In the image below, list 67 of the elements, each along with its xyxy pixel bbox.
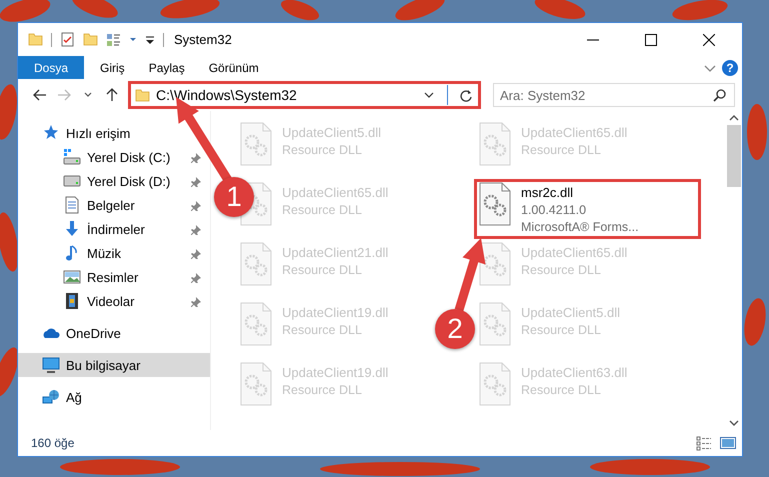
ribbon-tab[interactable]: Dosya <box>18 56 84 79</box>
scroll-down-icon[interactable] <box>729 419 739 427</box>
ribbon-tab[interactable]: Görünüm <box>196 56 271 79</box>
film-icon <box>63 292 81 310</box>
back-arrow-icon[interactable] <box>33 89 47 101</box>
maximize-icon[interactable] <box>645 34 657 46</box>
file-name[interactable]: msr2c.dll <box>521 184 639 202</box>
file-detail: Resource DLL <box>282 322 363 339</box>
address-bar[interactable]: C:\Windows\System32 <box>128 81 481 109</box>
gear-file-icon <box>479 302 511 346</box>
caret-icon[interactable] <box>145 34 155 44</box>
monitor-icon <box>42 356 60 374</box>
sidebar-item[interactable]: Müzik <box>18 241 210 265</box>
folder-icon <box>135 88 150 102</box>
gear-file-icon <box>240 122 272 166</box>
sidebar-item[interactable]: Ağ <box>18 385 210 409</box>
large-icons-view-icon[interactable] <box>720 436 736 450</box>
sidebar-item[interactable]: Belgeler <box>18 193 210 217</box>
sidebar-item[interactable]: Resimler <box>18 265 210 289</box>
star-icon <box>42 124 60 142</box>
window-title: System32 <box>174 32 232 47</box>
globe-icon <box>42 388 60 406</box>
chevron-icon[interactable] <box>704 62 716 72</box>
file-detail: Resource DLL <box>282 262 363 279</box>
scroll-up-icon[interactable] <box>729 114 739 122</box>
file-detail: Resource DLL <box>282 142 363 159</box>
sidebar-item[interactable]: İndirmeler <box>18 217 210 241</box>
drive-icon <box>63 148 81 166</box>
checklist-icon[interactable] <box>60 32 75 47</box>
ribbon-tab[interactable]: Giriş <box>88 56 137 79</box>
document-icon <box>63 196 81 214</box>
file-detail: Resource DLL <box>521 262 602 279</box>
sidebar-item[interactable]: Bu bilgisayar <box>18 353 210 377</box>
help-button[interactable]: ? <box>722 60 738 76</box>
file-detail: Resource DLL <box>521 322 602 339</box>
file-detail: Resource DLL <box>282 202 363 219</box>
down-arrow-icon <box>63 220 81 238</box>
ribbon-tab[interactable]: Paylaş <box>136 56 197 79</box>
sidebar-item[interactable]: Videolar <box>18 289 210 313</box>
file-detail: 1.00.4211.0 <box>521 202 588 219</box>
gear-file-icon <box>240 302 272 346</box>
scroll-thumb[interactable] <box>727 125 741 187</box>
gear-file-icon <box>240 242 272 286</box>
list-icon[interactable] <box>106 32 121 47</box>
file-detail: Resource DLL <box>521 142 602 159</box>
details-view-icon[interactable] <box>696 436 712 450</box>
file-detail: MicrosoftA® Forms... <box>521 219 639 236</box>
search-field[interactable]: Ara: System32 <box>493 83 735 107</box>
gear-file-icon <box>479 362 511 406</box>
up-arrow-icon[interactable] <box>106 88 118 102</box>
image-icon <box>63 268 81 286</box>
close-icon[interactable] <box>703 34 715 46</box>
sidebar-item[interactable]: OneDrive <box>18 321 210 345</box>
item-count: 160 öğe <box>31 436 74 450</box>
file-detail: Resource DLL <box>521 382 602 399</box>
sidebar-item[interactable]: Yerel Disk (C:) <box>18 145 210 169</box>
sidebar-item[interactable]: Yerel Disk (D:) <box>18 169 210 193</box>
caret-icon[interactable] <box>424 92 434 98</box>
gear-file-icon <box>479 182 511 226</box>
address-path[interactable]: C:\Windows\System32 <box>156 87 411 103</box>
refresh-icon[interactable] <box>460 88 472 102</box>
gear-file-icon <box>240 362 272 406</box>
gear-file-icon <box>479 242 511 286</box>
file-detail: Resource DLL <box>282 382 363 399</box>
sidebar-item[interactable]: Hızlı erişim <box>18 121 210 145</box>
caret-icon[interactable] <box>84 92 92 98</box>
gear-file-icon <box>479 122 511 166</box>
